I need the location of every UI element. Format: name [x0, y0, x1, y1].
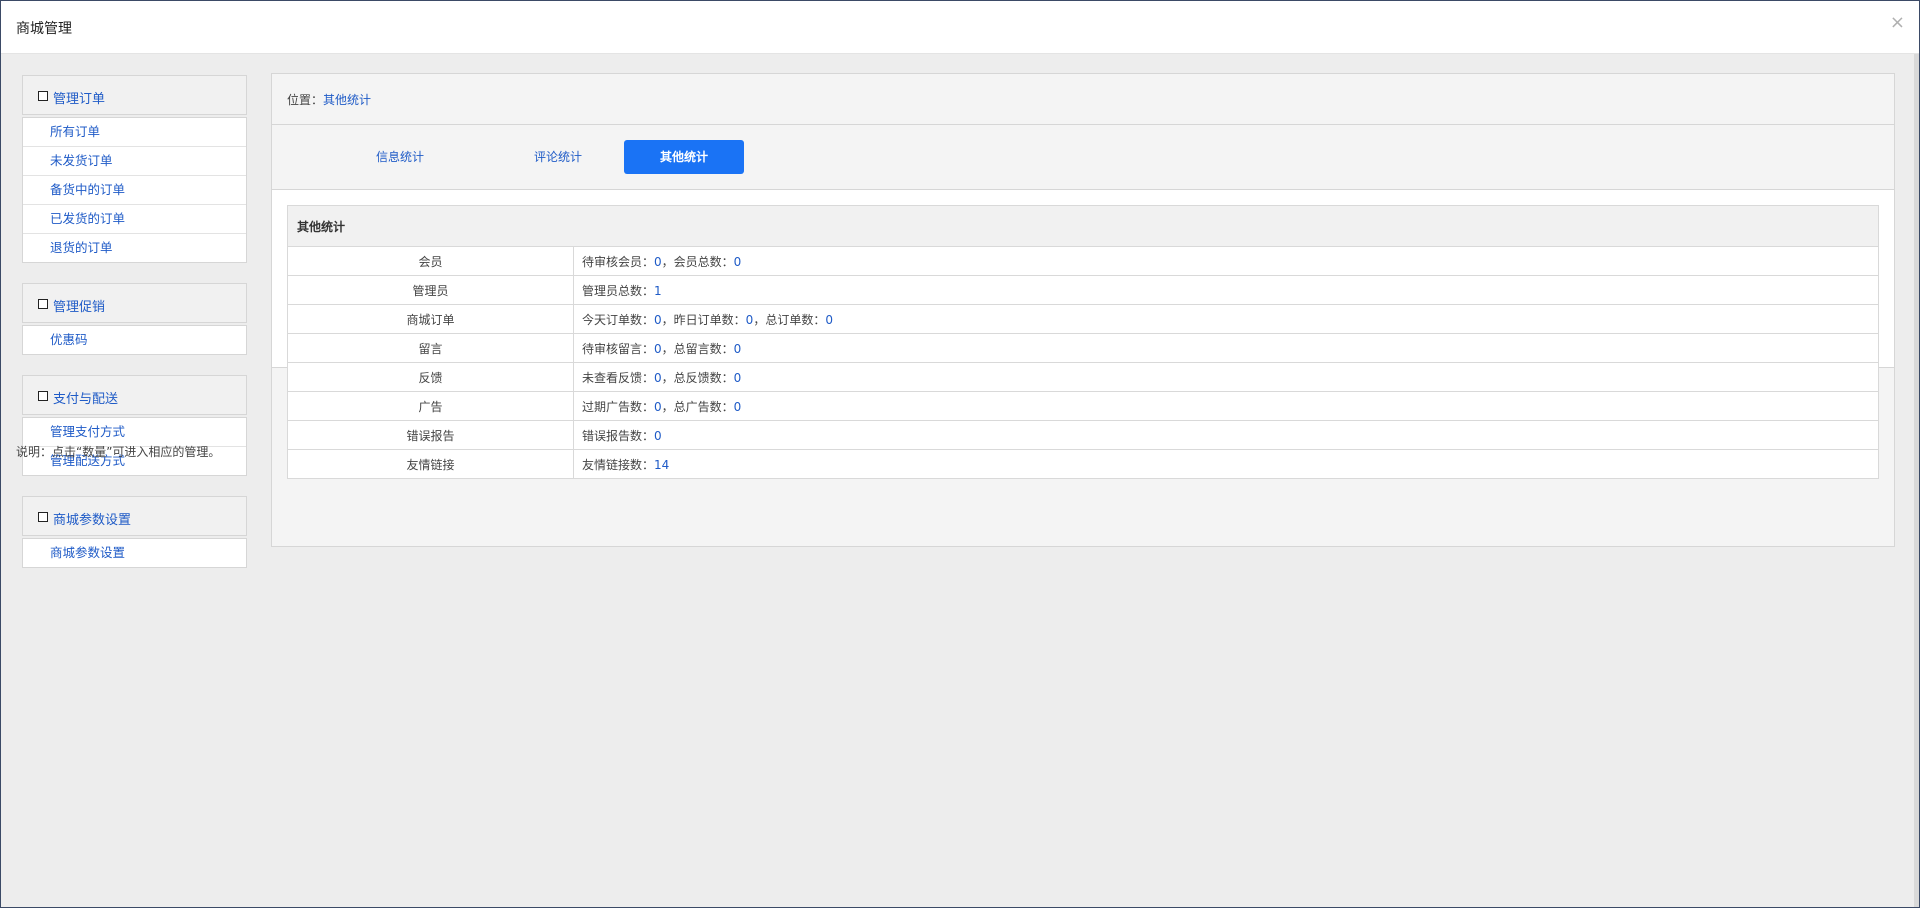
stat-name: 广告: [287, 391, 574, 421]
stat-label: ，总订单数：: [753, 312, 826, 327]
stat-name: 友情链接: [287, 449, 574, 479]
stat-count-link[interactable]: 0: [734, 255, 742, 269]
stat-label: 未查看反馈：: [582, 370, 655, 385]
stat-label: 管理员总数：: [582, 283, 655, 298]
tab-bar: 信息统计 评论统计 其他统计: [272, 125, 1894, 190]
stat-label: 待审核会员：: [582, 254, 655, 269]
stat-count-link[interactable]: 0: [734, 400, 742, 414]
tab-1[interactable]: 信息统计: [340, 140, 460, 174]
scrollbar[interactable]: [1914, 54, 1919, 907]
stats-content: 其他统计 会员 待审核会员：0，会员总数：0 管理员 管理员总数：1 商城订单 今天订单数…: [272, 190, 1894, 479]
stat-count-link[interactable]: 14: [654, 458, 669, 472]
sidebar-group: 管理促销优惠码: [22, 283, 247, 355]
breadcrumb-current[interactable]: 其他统计: [323, 93, 371, 107]
sidebar-group-title: 支付与配送: [53, 392, 119, 407]
stat-label: ，总反馈数：: [661, 370, 734, 385]
sidebar-item[interactable]: 所有订单: [23, 118, 246, 147]
window-title: 商城管理: [16, 21, 72, 37]
breadcrumb: 位置：其他统计: [272, 74, 1894, 125]
stat-values: 过期广告数：0，总广告数：0: [573, 391, 1879, 421]
window-titlebar: 商城管理 ×: [1, 1, 1919, 54]
table-row: 会员 待审核会员：0，会员总数：0: [287, 246, 1879, 276]
stat-label: ，总广告数：: [661, 399, 734, 414]
stat-label: ，总留言数：: [661, 341, 734, 356]
sidebar-item[interactable]: 未发货订单: [23, 147, 246, 176]
stat-count-link[interactable]: 0: [654, 255, 662, 269]
sidebar-item[interactable]: 商城参数设置: [23, 539, 246, 567]
stat-values: 待审核会员：0，会员总数：0: [573, 246, 1879, 276]
tab-2[interactable]: 评论统计: [498, 140, 618, 174]
tab-3[interactable]: 其他统计: [624, 140, 744, 174]
square-icon: [38, 512, 48, 522]
main-panel: 位置：其他统计 信息统计 评论统计 其他统计 其他统计 会员 待审核会员：0，会员总数…: [271, 73, 1895, 547]
table-row: 错误报告 错误报告数：0: [287, 420, 1879, 450]
stat-count-link[interactable]: 0: [734, 342, 742, 356]
stat-label: 错误报告数：: [582, 428, 655, 443]
stat-label: ，昨日订单数：: [661, 312, 746, 327]
sidebar: 管理订单所有订单 未发货订单 备货中的订单 已发货的订单 退货的订单管理促销优惠码支付与…: [22, 75, 247, 588]
stat-label: ，会员总数：: [661, 254, 734, 269]
stat-name: 错误报告: [287, 420, 574, 450]
table-row: 留言 待审核留言：0，总留言数：0: [287, 333, 1879, 363]
table-row: 商城订单 今天订单数：0，昨日订单数：0，总订单数：0: [287, 304, 1879, 334]
sidebar-group-title: 商城参数设置: [53, 513, 132, 528]
stat-name: 管理员: [287, 275, 574, 305]
stat-values: 错误报告数：0: [573, 420, 1879, 450]
sidebar-item[interactable]: 退货的订单: [23, 234, 246, 262]
table-row: 友情链接 友情链接数：14: [287, 449, 1879, 479]
sidebar-group: 支付与配送 管理支付方式 管理配送方式: [22, 375, 247, 476]
stat-count-link[interactable]: 0: [654, 342, 662, 356]
sidebar-item[interactable]: 优惠码: [23, 326, 246, 354]
stat-count-link[interactable]: 0: [654, 313, 662, 327]
table-row: 管理员 管理员总数：1: [287, 275, 1879, 305]
help-note: 说明：点击“数量”可进入相应的管理。: [16, 445, 221, 459]
table-row: 反馈 未查看反馈：0，总反馈数：0: [287, 362, 1879, 392]
sidebar-item-list: 优惠码: [22, 325, 247, 355]
stat-values: 今天订单数：0，昨日订单数：0，总订单数：0: [573, 304, 1879, 334]
square-icon: [38, 91, 48, 101]
sidebar-group: 商城参数设置 商城参数设置: [22, 496, 247, 568]
square-icon: [38, 299, 48, 309]
stat-name: 反馈: [287, 362, 574, 392]
stat-count-link[interactable]: 0: [734, 371, 742, 385]
stat-count-link[interactable]: 0: [654, 371, 662, 385]
sidebar-group-title: 管理订单: [53, 92, 106, 107]
stat-values: 待审核留言：0，总留言数：0: [573, 333, 1879, 363]
stat-name: 商城订单: [287, 304, 574, 334]
close-icon[interactable]: ×: [1890, 13, 1905, 33]
stat-count-link[interactable]: 0: [654, 400, 662, 414]
stat-count-link[interactable]: 1: [654, 284, 662, 298]
square-icon: [38, 391, 48, 401]
sidebar-item-list: 所有订单 未发货订单 备货中的订单 已发货的订单 退货的订单: [22, 117, 247, 263]
sidebar-group-title: 管理促销: [53, 300, 106, 315]
stat-label: 今天订单数：: [582, 312, 655, 327]
stat-label: 友情链接数：: [582, 457, 655, 472]
table-row: 广告 过期广告数：0，总广告数：0: [287, 391, 1879, 421]
sidebar-item-list: 商城参数设置: [22, 538, 247, 568]
stat-label: 过期广告数：: [582, 399, 655, 414]
stat-values: 管理员总数：1: [573, 275, 1879, 305]
sidebar-item[interactable]: 已发货的订单: [23, 205, 246, 234]
stats-table-title: 其他统计: [287, 205, 1879, 247]
sidebar-group-header[interactable]: 商城参数设置: [22, 496, 247, 536]
sidebar-group: 管理订单所有订单 未发货订单 备货中的订单 已发货的订单 退货的订单: [22, 75, 247, 263]
breadcrumb-prefix: 位置：: [287, 93, 324, 107]
stat-values: 未查看反馈：0，总反馈数：0: [573, 362, 1879, 392]
stat-name: 留言: [287, 333, 574, 363]
stat-count-link[interactable]: 0: [825, 313, 833, 327]
stat-values: 友情链接数：14: [573, 449, 1879, 479]
sidebar-group-header[interactable]: 支付与配送: [22, 375, 247, 415]
sidebar-group-header[interactable]: 管理订单: [22, 75, 247, 115]
stat-name: 会员: [287, 246, 574, 276]
stat-label: 待审核留言：: [582, 341, 655, 356]
sidebar-item[interactable]: 备货中的订单: [23, 176, 246, 205]
stats-table: 其他统计 会员 待审核会员：0，会员总数：0 管理员 管理员总数：1 商城订单 今天订单数…: [287, 205, 1879, 479]
sidebar-group-header[interactable]: 管理促销: [22, 283, 247, 323]
stat-count-link[interactable]: 0: [654, 429, 662, 443]
